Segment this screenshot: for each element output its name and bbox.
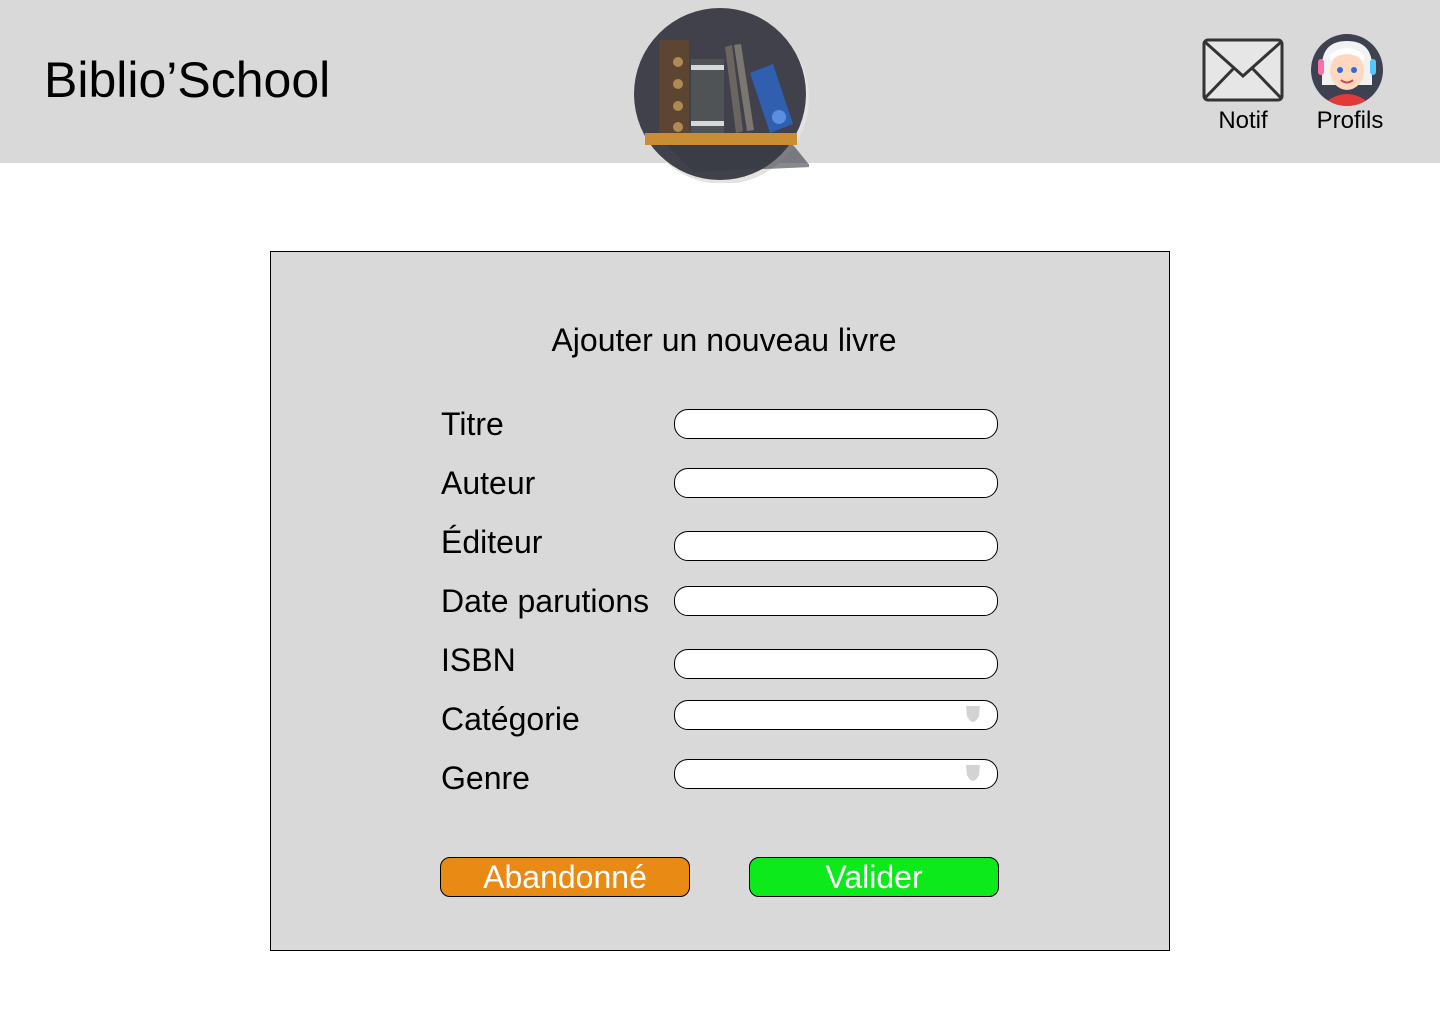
genre-select[interactable] [674, 759, 998, 789]
isbn-label: ISBN [441, 642, 516, 678]
profile-label: Profils [1316, 107, 1384, 134]
page: Biblio’School Notif Profils Ajouter un n… [0, 0, 1440, 1024]
category-label: Catégorie [441, 701, 580, 737]
publication-date-input[interactable] [674, 586, 998, 616]
author-label: Auteur [441, 465, 536, 501]
notif-button[interactable]: Notif [1198, 36, 1288, 140]
chevron-down-icon [966, 706, 980, 722]
avatar [1311, 34, 1383, 106]
cancel-button[interactable]: Abandonné [440, 857, 690, 897]
chevron-down-icon [966, 765, 980, 781]
submit-button[interactable]: Valider [749, 857, 999, 897]
title-label: Titre [441, 406, 504, 442]
header: Biblio’School Notif Profils [0, 0, 1440, 183]
author-input[interactable] [674, 468, 998, 498]
genre-label: Genre [441, 760, 530, 796]
add-book-form: Ajouter un nouveau livre Titre Auteur Éd… [270, 251, 1170, 951]
app-title: Biblio’School [44, 52, 331, 108]
title-input[interactable] [674, 409, 998, 439]
envelope-icon [1202, 38, 1284, 102]
publisher-label: Éditeur [441, 524, 543, 560]
isbn-input[interactable] [674, 649, 998, 679]
bookshelf-logo [634, 8, 809, 183]
publisher-input[interactable] [674, 531, 998, 561]
category-select[interactable] [674, 700, 998, 730]
publication-date-label: Date parutions [441, 583, 650, 619]
profile-button[interactable]: Profils [1306, 32, 1394, 140]
notif-label: Notif [1218, 107, 1268, 134]
form-title: Ajouter un nouveau livre [551, 322, 897, 358]
